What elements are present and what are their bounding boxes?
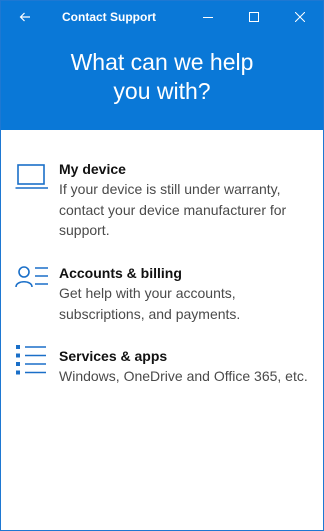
hero-banner: What can we help you with? bbox=[1, 34, 323, 130]
option-my-device[interactable]: My device If your device is still under … bbox=[1, 160, 323, 242]
contact-support-window: Contact Support What can we help you wit… bbox=[0, 0, 324, 531]
laptop-icon bbox=[15, 162, 49, 192]
back-arrow-icon bbox=[19, 9, 31, 27]
window-title: Contact Support bbox=[62, 10, 156, 24]
minimize-icon bbox=[203, 9, 213, 27]
title-bar: Contact Support bbox=[1, 1, 323, 34]
back-button[interactable] bbox=[1, 1, 49, 34]
page-title-line2: you with? bbox=[113, 78, 211, 104]
maximize-icon bbox=[249, 9, 259, 27]
close-icon bbox=[294, 9, 306, 27]
accounts-icon bbox=[15, 264, 49, 294]
close-button[interactable] bbox=[277, 1, 323, 34]
option-accounts-billing[interactable]: Accounts & billing Get help with your ac… bbox=[1, 264, 323, 326]
page-title-line1: What can we help bbox=[70, 49, 254, 75]
minimize-button[interactable] bbox=[185, 1, 231, 34]
option-description: If your device is still under warranty, … bbox=[59, 181, 287, 238]
option-title: Services & apps bbox=[59, 348, 168, 364]
option-title: Accounts & billing bbox=[59, 265, 182, 281]
option-title: My device bbox=[59, 161, 126, 177]
option-services-apps[interactable]: Services & apps Windows, OneDrive and Of… bbox=[1, 344, 323, 409]
option-description: Get help with your accounts, subscriptio… bbox=[59, 285, 241, 322]
maximize-button[interactable] bbox=[231, 1, 277, 34]
services-list-icon bbox=[15, 344, 49, 375]
option-description: Windows, OneDrive and Office 365, etc. bbox=[59, 368, 308, 384]
page-title: What can we help you with? bbox=[41, 48, 283, 106]
